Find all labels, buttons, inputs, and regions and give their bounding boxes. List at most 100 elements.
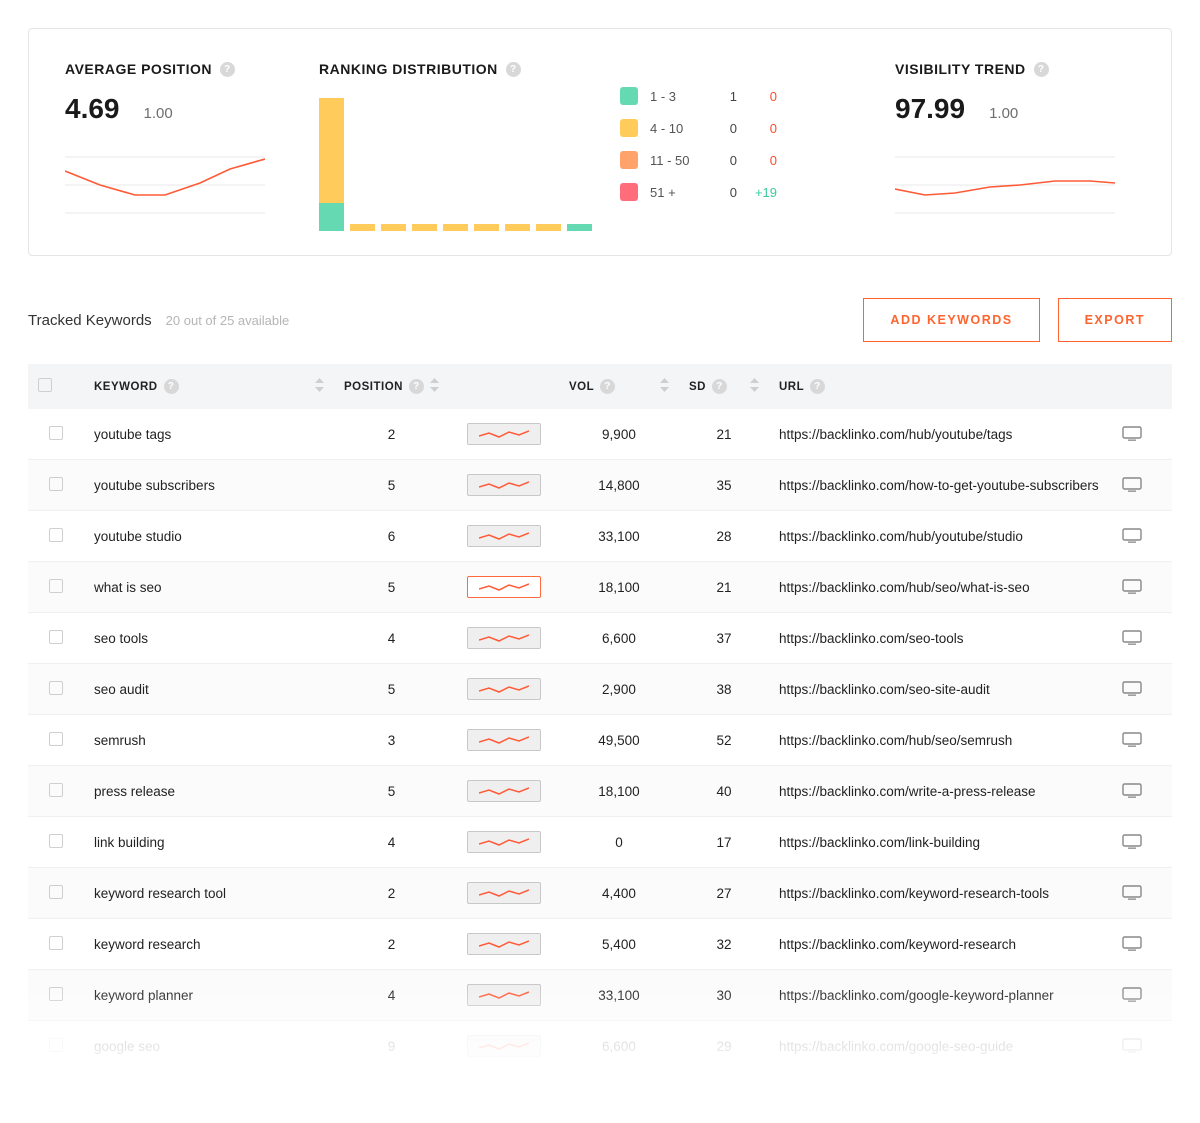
desktop-icon[interactable] — [1122, 579, 1162, 595]
row-checkbox[interactable] — [49, 732, 63, 746]
position-sparkline[interactable] — [467, 780, 541, 802]
sort-icon[interactable] — [750, 378, 759, 395]
position-sparkline[interactable] — [467, 882, 541, 904]
position-sparkline[interactable] — [467, 831, 541, 853]
position-sparkline[interactable] — [467, 933, 541, 955]
keyword-cell[interactable]: youtube subscribers — [94, 478, 215, 493]
add-keywords-button[interactable]: ADD KEYWORDS — [863, 298, 1039, 342]
table-row: semrush349,50052https://backlinko.com/hu… — [28, 715, 1172, 766]
desktop-icon[interactable] — [1122, 834, 1162, 850]
row-checkbox[interactable] — [49, 477, 63, 491]
position-sparkline[interactable] — [467, 474, 541, 496]
sort-icon[interactable] — [430, 378, 439, 395]
help-icon[interactable]: ? — [712, 379, 727, 394]
url-cell[interactable]: https://backlinko.com/keyword-research-t… — [779, 886, 1049, 901]
desktop-icon[interactable] — [1122, 681, 1162, 697]
position-sparkline[interactable] — [467, 984, 541, 1006]
help-icon[interactable]: ? — [506, 62, 521, 77]
keyword-cell[interactable]: what is seo — [94, 580, 162, 595]
row-checkbox[interactable] — [49, 681, 63, 695]
row-checkbox[interactable] — [49, 987, 63, 1001]
row-checkbox[interactable] — [49, 630, 63, 644]
row-checkbox[interactable] — [49, 936, 63, 950]
position-sparkline[interactable] — [467, 1035, 541, 1057]
col-url[interactable]: URL — [779, 381, 804, 393]
col-position[interactable]: POSITION — [344, 381, 403, 393]
position-sparkline[interactable] — [467, 423, 541, 445]
url-cell[interactable]: https://backlinko.com/google-keyword-pla… — [779, 988, 1054, 1003]
desktop-icon[interactable] — [1122, 732, 1162, 748]
row-checkbox[interactable] — [49, 426, 63, 440]
keyword-cell[interactable]: google seo — [94, 1039, 160, 1054]
desktop-icon[interactable] — [1122, 936, 1162, 952]
position-sparkline[interactable] — [467, 1086, 541, 1108]
help-icon[interactable]: ? — [164, 379, 179, 394]
keyword-cell[interactable]: youtube tags — [94, 427, 171, 442]
table-row: link building4017https://backlinko.com/l… — [28, 817, 1172, 868]
url-cell[interactable]: https://backlinko.com/keyword-research — [779, 937, 1016, 952]
help-icon[interactable]: ? — [600, 379, 615, 394]
desktop-icon[interactable] — [1122, 885, 1162, 901]
help-icon[interactable]: ? — [810, 379, 825, 394]
url-cell[interactable]: https://backlinko.com/google-seo-guide — [779, 1039, 1013, 1054]
url-cell[interactable]: https://backlinko.com/hub/seo/what-is-se… — [779, 580, 1030, 595]
legend-label: 51 + — [650, 185, 705, 200]
desktop-icon[interactable] — [1122, 1089, 1162, 1105]
row-checkbox[interactable] — [49, 1089, 63, 1103]
url-cell[interactable]: https://backlinko.com/how-to-get-youtube… — [779, 478, 1099, 493]
keyword-cell[interactable]: link building — [94, 835, 165, 850]
sort-icon[interactable] — [315, 378, 324, 395]
desktop-icon[interactable] — [1122, 987, 1162, 1003]
url-cell[interactable]: https://backlinko.com/seo-site-audit — [779, 682, 990, 697]
keyword-cell[interactable]: press release — [94, 784, 175, 799]
row-checkbox[interactable] — [49, 834, 63, 848]
row-checkbox[interactable] — [49, 528, 63, 542]
col-sd[interactable]: SD — [689, 381, 706, 393]
col-vol[interactable]: VOL — [569, 381, 594, 393]
help-icon[interactable]: ? — [220, 62, 235, 77]
url-cell[interactable]: https://backlinko.com/seo-tools — [779, 631, 964, 646]
desktop-icon[interactable] — [1122, 1038, 1162, 1054]
url-cell[interactable]: https://backlinko.com/hub/seo/semrush — [779, 733, 1012, 748]
sort-icon[interactable] — [660, 378, 669, 395]
keywords-table-wrap: KEYWORD ? POSITION ? — [28, 342, 1172, 1123]
url-cell[interactable]: https://backlinko.com/write-a-press-rele… — [779, 784, 1036, 799]
row-checkbox[interactable] — [49, 1038, 63, 1052]
position-sparkline[interactable] — [467, 678, 541, 700]
keyword-cell[interactable]: seo tools — [94, 631, 148, 646]
stat-title: RANKING DISTRIBUTION — [319, 61, 498, 77]
keyword-cell[interactable]: keyword planner — [94, 988, 193, 1003]
position-sparkline[interactable] — [467, 627, 541, 649]
position-sparkline[interactable] — [467, 576, 541, 598]
row-checkbox[interactable] — [49, 885, 63, 899]
col-keyword[interactable]: KEYWORD — [94, 381, 158, 393]
url-cell[interactable]: https://backlinko.com/hub/youtube/tags — [779, 427, 1012, 442]
help-icon[interactable]: ? — [1034, 62, 1049, 77]
keyword-cell[interactable]: keyword research — [94, 937, 201, 952]
url-cell[interactable]: https://backlinko.com/google-search-cons… — [779, 1090, 1045, 1105]
position-sparkline[interactable] — [467, 729, 541, 751]
url-cell[interactable]: https://backlinko.com/hub/youtube/studio — [779, 529, 1023, 544]
desktop-icon[interactable] — [1122, 630, 1162, 646]
vol-cell: 2,900 — [602, 682, 636, 697]
table-row: youtube tags29,90021https://backlinko.co… — [28, 409, 1172, 460]
url-cell[interactable]: https://backlinko.com/link-building — [779, 835, 980, 850]
select-all-checkbox[interactable] — [38, 378, 52, 392]
keyword-cell[interactable]: google search console — [94, 1090, 229, 1105]
desktop-icon[interactable] — [1122, 528, 1162, 544]
row-checkbox[interactable] — [49, 579, 63, 593]
help-icon[interactable]: ? — [409, 379, 424, 394]
keyword-cell[interactable]: keyword research tool — [94, 886, 226, 901]
desktop-icon[interactable] — [1122, 477, 1162, 493]
keyword-cell[interactable]: youtube studio — [94, 529, 182, 544]
table-row: keyword research25,40032https://backlink… — [28, 919, 1172, 970]
desktop-icon[interactable] — [1122, 426, 1162, 442]
row-checkbox[interactable] — [49, 783, 63, 797]
desktop-icon[interactable] — [1122, 783, 1162, 799]
tracked-keywords-sub: 20 out of 25 available — [166, 313, 290, 328]
keyword-cell[interactable]: seo audit — [94, 682, 149, 697]
legend-swatch — [620, 87, 638, 105]
keyword-cell[interactable]: semrush — [94, 733, 146, 748]
position-sparkline[interactable] — [467, 525, 541, 547]
export-button[interactable]: EXPORT — [1058, 298, 1172, 342]
